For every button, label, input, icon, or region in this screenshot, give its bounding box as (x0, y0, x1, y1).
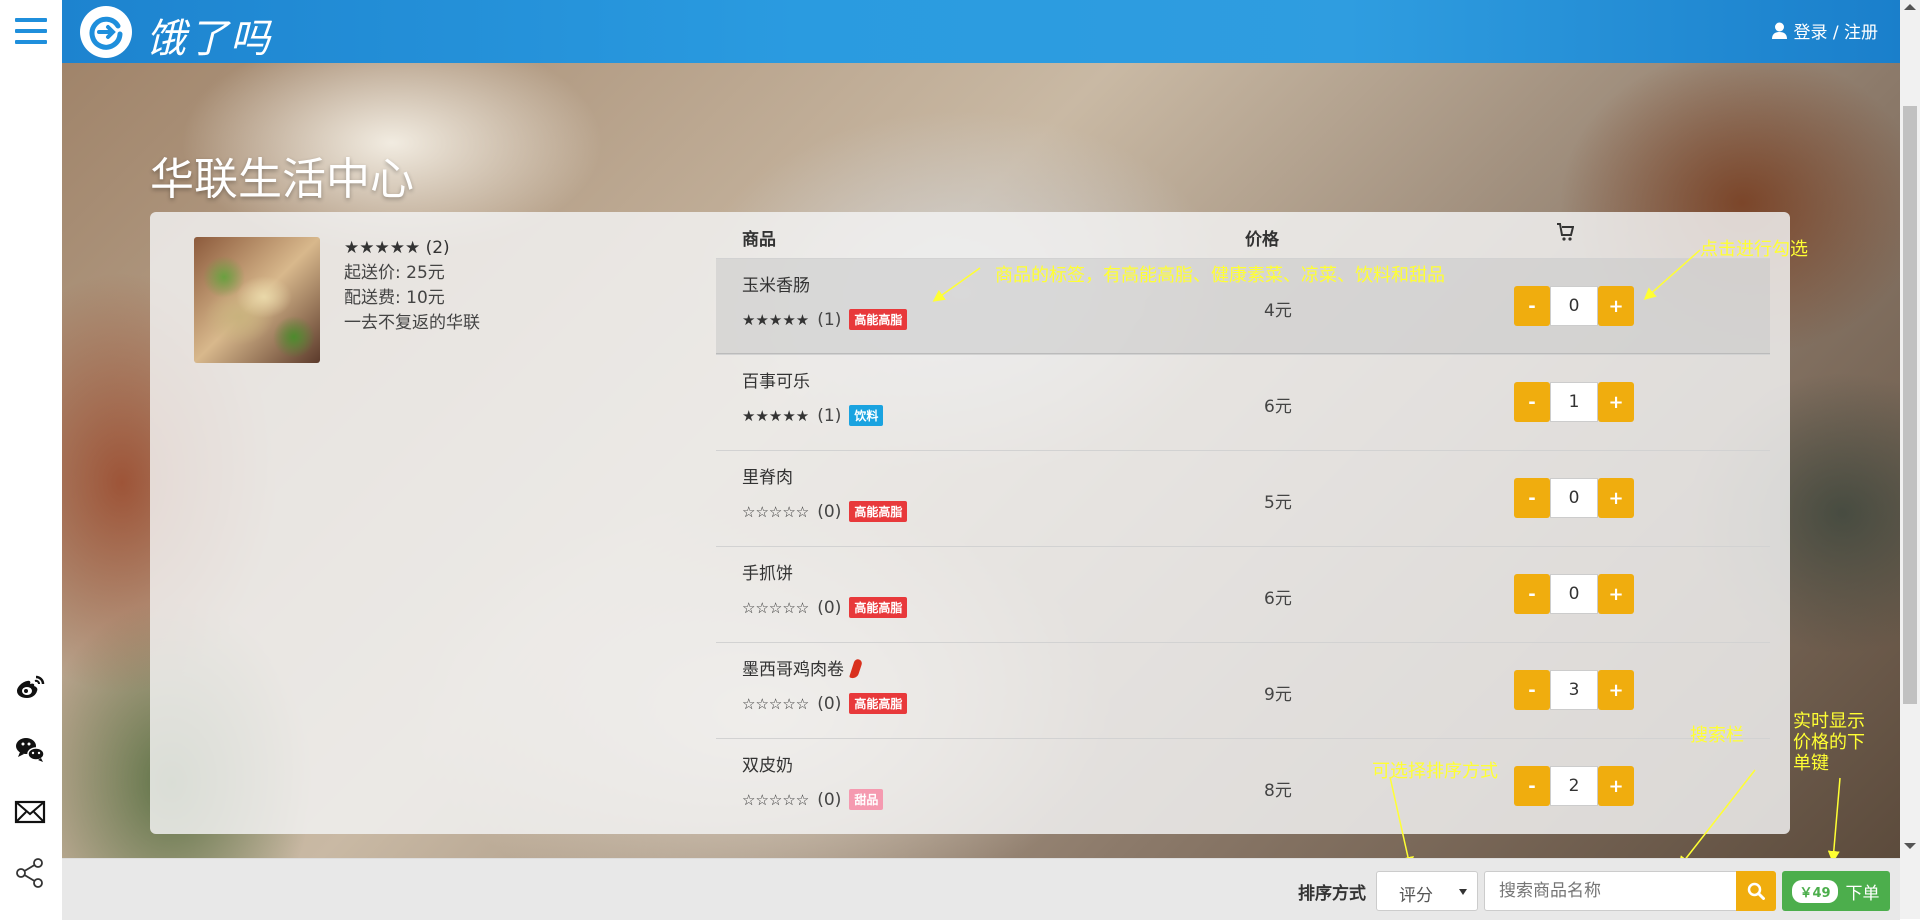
annotation-arrows (932, 249, 1841, 869)
search-icon (1747, 882, 1765, 900)
order-button[interactable]: ￥49 下单 (1782, 871, 1890, 911)
bottom-bar: 排序方式 评分 ￥49 下单 (62, 858, 1900, 920)
order-total-badge: ￥49 (1792, 879, 1838, 903)
order-label: 下单 (1845, 883, 1880, 904)
scroll-up-icon[interactable] (1904, 4, 1916, 10)
sort-select[interactable]: 评分 (1376, 871, 1478, 911)
chevron-down-icon (1459, 889, 1467, 895)
sort-label: 排序方式 (1298, 884, 1366, 904)
scroll-down-icon[interactable] (1904, 843, 1916, 849)
search-input[interactable] (1484, 871, 1736, 911)
page-scrollbar[interactable] (1900, 0, 1920, 919)
scrollbar-thumb[interactable] (1903, 106, 1917, 704)
search-button[interactable] (1736, 871, 1776, 911)
sort-select-value: 评分 (1399, 886, 1433, 906)
